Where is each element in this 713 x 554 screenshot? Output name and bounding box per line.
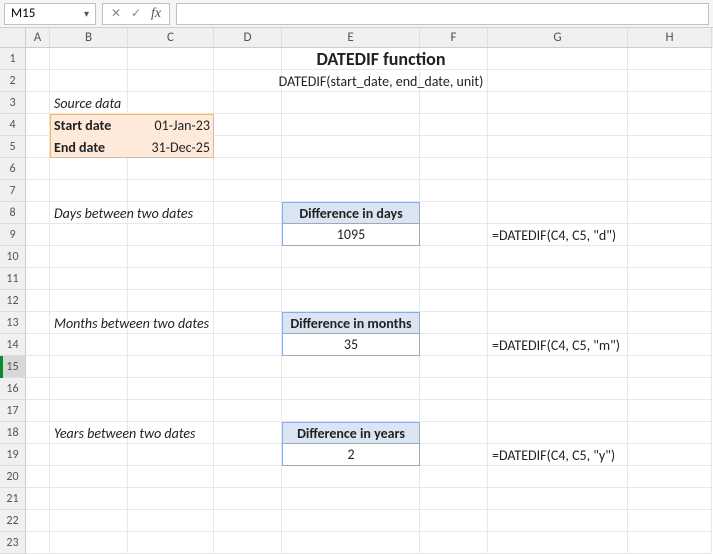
section-months-label: Months between two dates — [50, 312, 282, 334]
end-date-label: End date — [50, 136, 128, 158]
row-head-14[interactable]: 14 — [0, 334, 26, 356]
row-head-17[interactable]: 17 — [0, 400, 26, 422]
row-head-23[interactable]: 23 — [0, 532, 26, 554]
days-header: Difference in days — [282, 202, 420, 224]
formula-input[interactable] — [176, 3, 709, 25]
start-date-label: Start date — [50, 114, 128, 136]
col-head-D[interactable]: D — [214, 28, 282, 48]
row-head-11[interactable]: 11 — [0, 268, 26, 290]
row-head-19[interactable]: 19 — [0, 444, 26, 466]
col-head-H[interactable]: H — [628, 28, 712, 48]
years-formula: =DATEDIF(C4, C5, "y") — [488, 444, 712, 466]
row-head-16[interactable]: 16 — [0, 378, 26, 400]
days-formula: =DATEDIF(C4, C5, "d") — [488, 224, 712, 246]
name-box-value: M15 — [11, 6, 35, 21]
row-head-8[interactable]: 8 — [0, 202, 26, 224]
row-headers: 1234567891011121314151617181920212223 — [0, 48, 26, 554]
row-head-22[interactable]: 22 — [0, 510, 26, 532]
row-head-7[interactable]: 7 — [0, 180, 26, 202]
row-head-10[interactable]: 10 — [0, 246, 26, 268]
formula-bar-buttons: ✕ ✓ fx — [102, 3, 170, 25]
years-value[interactable]: 2 — [282, 444, 420, 466]
col-head-G[interactable]: G — [488, 28, 628, 48]
start-date-value[interactable]: 01-Jan-23 — [128, 114, 214, 136]
row-head-20[interactable]: 20 — [0, 466, 26, 488]
page-title: DATEDIF function — [50, 48, 712, 70]
section-years-label: Years between two dates — [50, 422, 282, 444]
row-head-15[interactable]: 15 — [0, 356, 26, 378]
row-head-5[interactable]: 5 — [0, 136, 26, 158]
row-head-21[interactable]: 21 — [0, 488, 26, 510]
fx-icon[interactable]: fx — [147, 5, 165, 23]
col-head-C[interactable]: C — [128, 28, 214, 48]
days-value[interactable]: 1095 — [282, 224, 420, 246]
cancel-icon[interactable]: ✕ — [107, 5, 125, 23]
end-date-value[interactable]: 31-Dec-25 — [128, 136, 214, 158]
column-headers: ABCDEFGH — [26, 28, 713, 48]
row-head-2[interactable]: 2 — [0, 70, 26, 92]
col-head-F[interactable]: F — [420, 28, 488, 48]
years-header: Difference in years — [282, 422, 420, 444]
row-head-1[interactable]: 1 — [0, 48, 26, 70]
col-head-B[interactable]: B — [50, 28, 128, 48]
row-head-12[interactable]: 12 — [0, 290, 26, 312]
check-icon[interactable]: ✓ — [127, 5, 145, 23]
formula-bar: M15 ▾ ✕ ✓ fx — [0, 0, 713, 28]
source-data-label: Source data — [50, 92, 214, 114]
col-head-E[interactable]: E — [282, 28, 420, 48]
row-head-9[interactable]: 9 — [0, 224, 26, 246]
name-box[interactable]: M15 ▾ — [4, 3, 96, 25]
row-head-3[interactable]: 3 — [0, 92, 26, 114]
months-header: Difference in months — [282, 312, 420, 334]
section-days-label: Days between two dates — [50, 202, 282, 224]
function-syntax: DATEDIF(start_date, end_date, unit) — [50, 70, 712, 92]
row-head-13[interactable]: 13 — [0, 312, 26, 334]
months-value[interactable]: 35 — [282, 334, 420, 356]
chevron-down-icon[interactable]: ▾ — [84, 7, 89, 20]
select-all-corner[interactable] — [0, 28, 26, 48]
col-head-A[interactable]: A — [26, 28, 50, 48]
months-formula: =DATEDIF(C4, C5, "m") — [488, 334, 712, 356]
row-head-18[interactable]: 18 — [0, 422, 26, 444]
row-head-6[interactable]: 6 — [0, 158, 26, 180]
row-head-4[interactable]: 4 — [0, 114, 26, 136]
